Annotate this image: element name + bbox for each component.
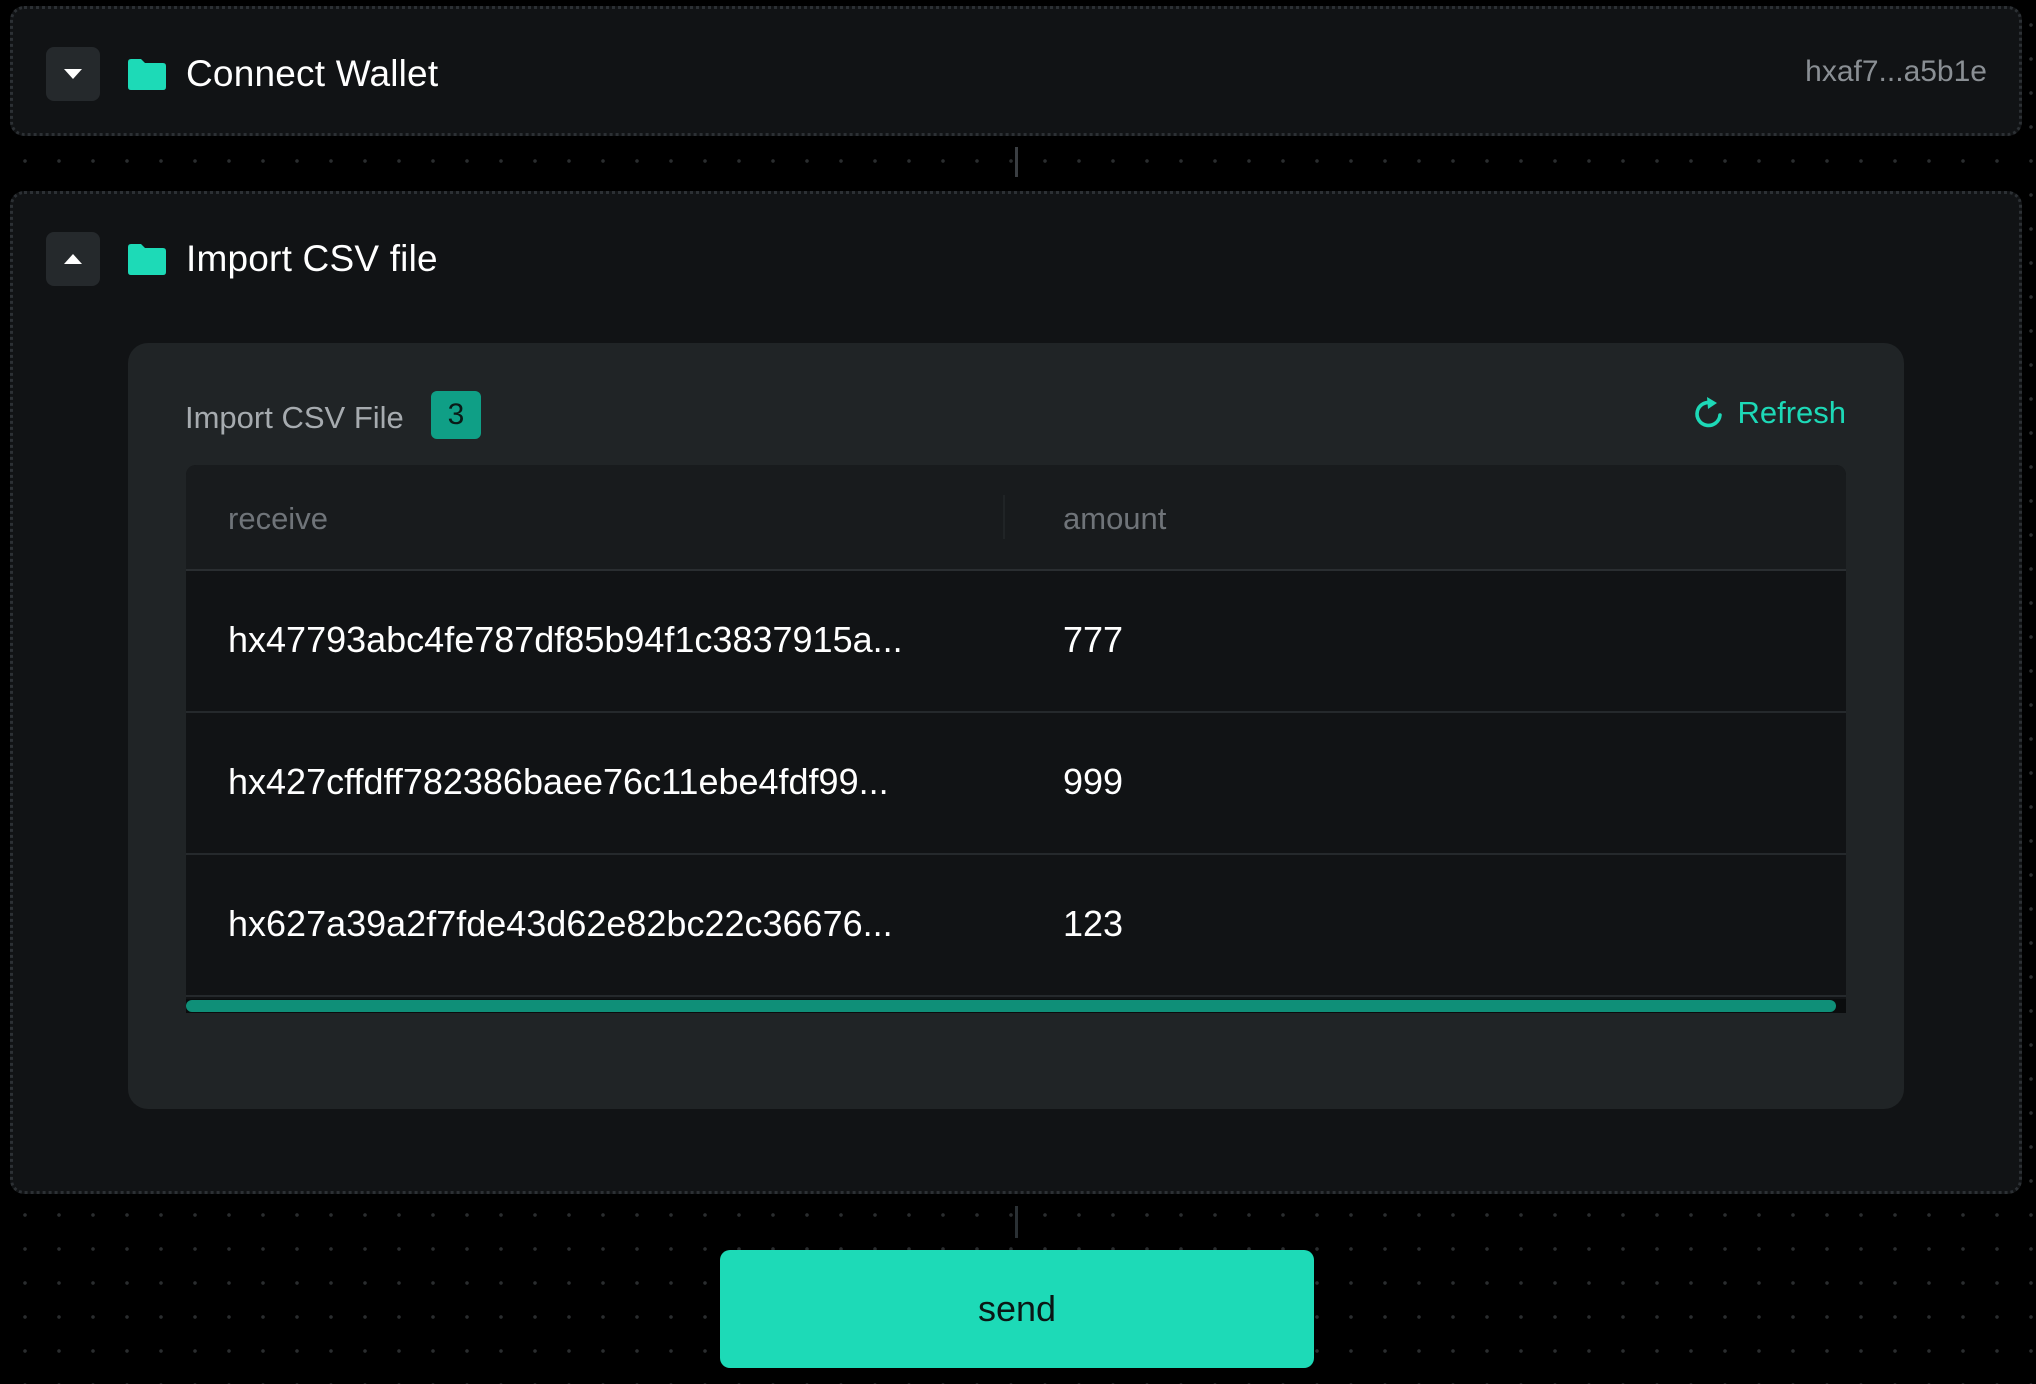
refresh-icon <box>1695 397 1723 428</box>
collapse-toggle-button[interactable] <box>46 232 100 286</box>
step-connector <box>1015 1206 1018 1238</box>
csv-card-title: Import CSV File <box>185 400 404 435</box>
step-connector <box>1015 147 1018 177</box>
table-row: hx47793abc4fe787df85b94f1c3837915a... 77… <box>186 571 1846 713</box>
import-csv-title: Import CSV file <box>186 238 438 279</box>
amount-cell: 777 <box>1063 619 1124 660</box>
connect-wallet-panel: Connect Wallet hxaf7...a5b1e <box>10 6 2022 136</box>
caret-up-icon <box>64 254 82 264</box>
amount-cell: 999 <box>1063 761 1124 802</box>
send-button[interactable]: send <box>720 1250 1314 1368</box>
amount-cell: 123 <box>1063 903 1124 944</box>
table-row: hx427cffdff782386baee76c11ebe4fdf99... 9… <box>186 713 1846 855</box>
wallet-address: hxaf7...a5b1e <box>1805 55 1987 88</box>
horizontal-scrollbar[interactable] <box>186 999 1846 1013</box>
expand-toggle-button[interactable] <box>46 47 100 101</box>
column-header-receive: receive <box>228 501 328 536</box>
column-divider <box>1003 495 1005 539</box>
row-count-badge: 3 <box>431 391 481 439</box>
table-header-row: receive amount <box>186 465 1846 571</box>
receive-cell: hx47793abc4fe787df85b94f1c3837915a... <box>228 619 903 660</box>
caret-down-icon <box>64 69 82 79</box>
import-csv-panel: Import CSV file Import CSV File 3 Refres… <box>10 191 2022 1194</box>
folder-icon <box>128 59 166 90</box>
folder-icon <box>128 244 166 275</box>
recipients-table: receive amount hx47793abc4fe787df85b94f1… <box>186 465 1846 1013</box>
connect-wallet-header: Connect Wallet <box>46 47 438 101</box>
table-row: hx627a39a2f7fde43d62e82bc22c36676... 123 <box>186 855 1846 997</box>
receive-cell: hx627a39a2f7fde43d62e82bc22c36676... <box>228 903 893 944</box>
scrollbar-thumb[interactable] <box>186 1000 1836 1012</box>
receive-cell: hx427cffdff782386baee76c11ebe4fdf99... <box>228 761 889 802</box>
csv-card: Import CSV File 3 Refresh receive amount… <box>128 343 1904 1109</box>
refresh-button[interactable]: Refresh <box>1693 395 1846 431</box>
refresh-label: Refresh <box>1737 395 1846 430</box>
column-header-amount: amount <box>1063 501 1167 536</box>
connect-wallet-title: Connect Wallet <box>186 53 439 94</box>
import-csv-header: Import CSV file <box>46 232 438 286</box>
